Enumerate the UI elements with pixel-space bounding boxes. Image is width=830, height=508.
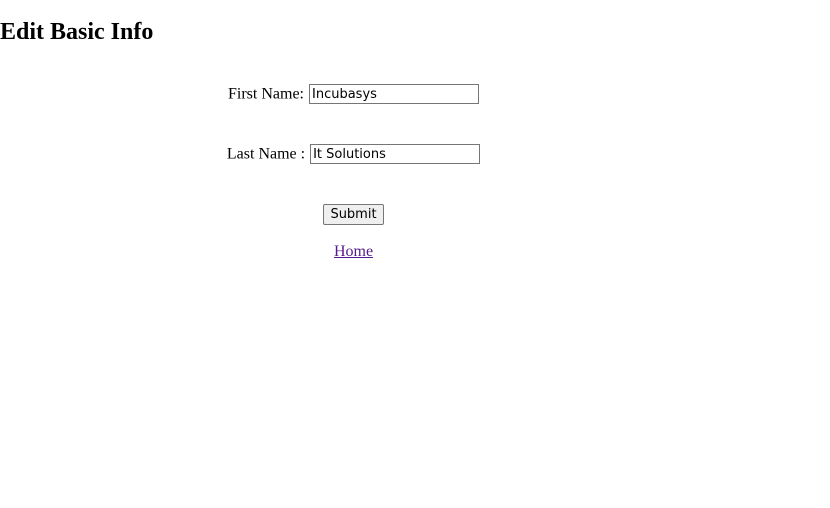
home-row: Home [0, 242, 707, 262]
page-title: Edit Basic Info [0, 19, 154, 45]
last-name-label: Last Name : [226, 145, 306, 163]
first-name-label: First Name: [228, 85, 304, 103]
submit-button[interactable]: Submit [323, 204, 384, 225]
home-link[interactable]: Home [334, 243, 373, 260]
first-name-input[interactable] [309, 84, 479, 105]
last-name-row: Last Name : [0, 143, 707, 165]
last-name-input[interactable] [310, 144, 481, 165]
first-name-row: First Name: [0, 83, 707, 105]
submit-row: Submit [0, 204, 707, 225]
